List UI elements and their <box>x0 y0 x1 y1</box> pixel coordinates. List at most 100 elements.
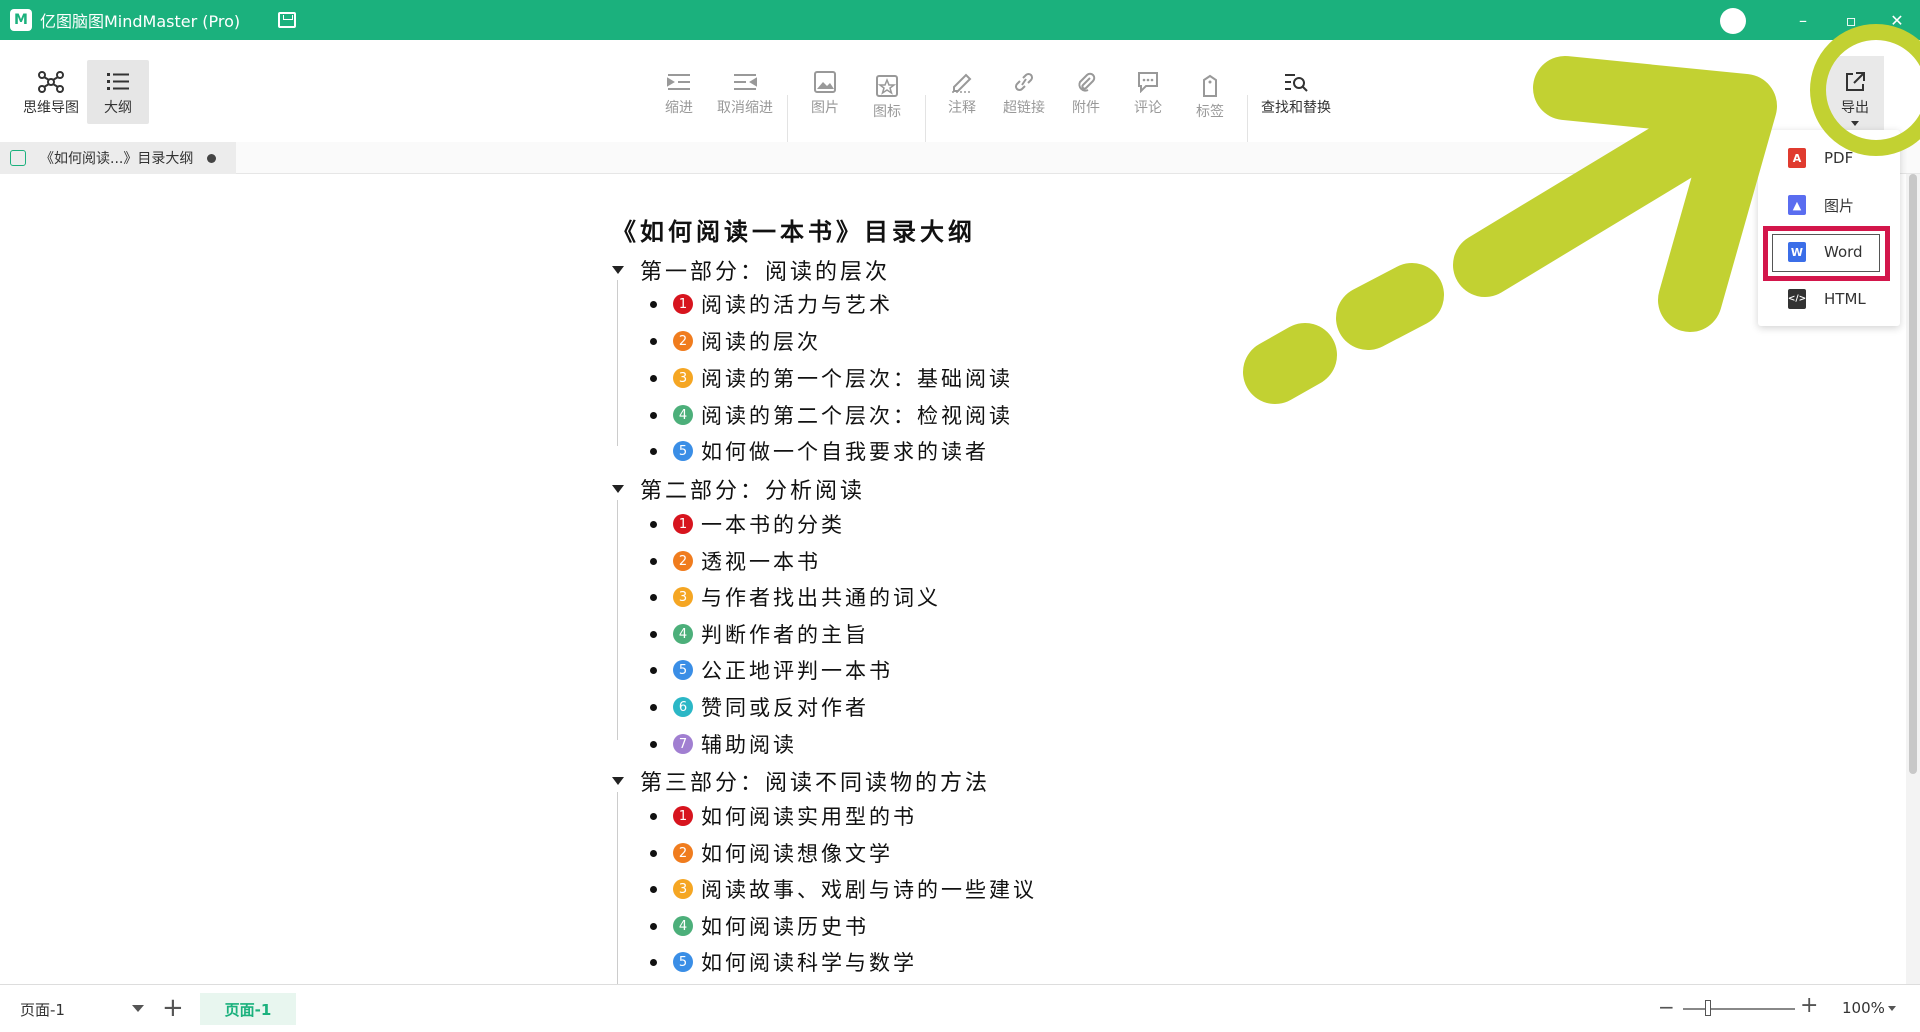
export-icon <box>1843 67 1867 97</box>
list-item[interactable]: 4 判断作者的主旨 <box>650 619 869 649</box>
zoom-out-button[interactable]: − <box>1658 995 1675 1019</box>
list-item-label: 阅读的层次 <box>701 330 821 354</box>
list-item[interactable]: 4 阅读的第二个层次：检视阅读 <box>650 400 1013 430</box>
mindmap-view-button[interactable]: 思维导图 <box>16 60 86 124</box>
list-item[interactable]: 7 辅助阅读 <box>650 729 797 759</box>
save-icon[interactable] <box>278 12 297 28</box>
section-label: 第二部分：分析阅读 <box>640 479 866 504</box>
insert-icon-button[interactable]: 图标 <box>862 60 912 132</box>
export-image-item[interactable]: ▲ 图片 <box>1758 185 1900 225</box>
number-4-icon: 4 <box>673 624 693 644</box>
list-item[interactable]: 2 如何阅读想像文学 <box>650 838 893 868</box>
unindent-icon <box>732 67 758 97</box>
collapse-caret-icon[interactable] <box>612 777 624 785</box>
word-highlight-box <box>1763 226 1890 281</box>
chevron-down-icon <box>1851 120 1859 126</box>
unindent-button[interactable]: 取消缩进 <box>712 60 778 124</box>
find-replace-label: 查找和替换 <box>1261 100 1331 116</box>
hyperlink-label: 超链接 <box>1003 100 1045 116</box>
number-2-icon: 2 <box>673 843 693 863</box>
icon-label: 图标 <box>873 104 901 120</box>
zoom-in-button[interactable]: + <box>1800 993 1818 1018</box>
bullet <box>650 300 657 308</box>
hyperlink-button[interactable]: 超链接 <box>996 60 1052 124</box>
icon-star-icon <box>876 71 898 101</box>
number-7-icon: 7 <box>673 734 693 754</box>
list-item[interactable]: 5 如何阅读科学与数学 <box>650 947 917 977</box>
outline-title[interactable]: 《如何阅读一本书》目录大纲 <box>612 212 976 247</box>
page-select[interactable]: 页面-1 <box>20 999 65 1020</box>
indent-button[interactable]: 缩进 <box>654 60 704 124</box>
number-1-icon: 1 <box>673 294 693 314</box>
note-button[interactable]: 注释 <box>937 60 987 124</box>
bullet <box>650 849 657 857</box>
bullet <box>650 374 657 382</box>
number-1-icon: 1 <box>673 806 693 826</box>
list-item-label: 如何阅读想像文学 <box>701 842 893 866</box>
status-bar: 页面-1 + 页面-1 − + 100% <box>0 984 1920 1032</box>
comment-icon <box>1137 67 1159 97</box>
list-item-label: 辅助阅读 <box>701 733 797 757</box>
list-item[interactable]: 1 阅读的活力与艺术 <box>650 289 893 319</box>
outline-section[interactable]: 第一部分：阅读的层次 <box>612 254 890 286</box>
bullet <box>650 958 657 966</box>
number-5-icon: 5 <box>673 952 693 972</box>
unsaved-dot-icon[interactable] <box>207 153 217 163</box>
avatar[interactable] <box>1720 8 1746 34</box>
collapse-caret-icon[interactable] <box>612 485 624 493</box>
zoom-slider-track[interactable] <box>1683 1008 1795 1010</box>
image-icon: ▲ <box>1788 195 1806 215</box>
comment-button[interactable]: 评论 <box>1123 60 1173 124</box>
pencil-icon <box>950 67 974 97</box>
outline-section[interactable]: 第三部分：阅读不同读物的方法 <box>612 765 990 797</box>
unindent-label: 取消缩进 <box>717 100 773 116</box>
outline-section[interactable]: 第二部分：分析阅读 <box>612 473 865 505</box>
close-button[interactable]: ✕ <box>1874 0 1920 40</box>
bullet <box>650 812 657 820</box>
list-item[interactable]: 3 与作者找出共通的词义 <box>650 582 941 612</box>
export-pdf-item[interactable]: A PDF <box>1758 138 1900 178</box>
bullet <box>650 337 657 345</box>
list-item[interactable]: 3 阅读故事、戏剧与诗的一些建议 <box>650 874 1037 904</box>
attachment-button[interactable]: 附件 <box>1061 60 1111 124</box>
bullet <box>650 740 657 748</box>
zoom-slider-thumb[interactable] <box>1705 1000 1711 1016</box>
list-item[interactable]: 4 如何阅读历史书 <box>650 911 869 941</box>
add-page-button[interactable]: + <box>162 993 184 1023</box>
zoom-level[interactable]: 100% <box>1842 999 1885 1017</box>
mindmap-file-icon <box>10 150 26 166</box>
list-item[interactable]: 1 如何阅读实用型的书 <box>650 801 917 831</box>
chevron-down-icon[interactable] <box>132 1005 144 1012</box>
list-item[interactable]: 5 公正地评判一本书 <box>650 655 893 685</box>
number-5-icon: 5 <box>673 660 693 680</box>
tag-button[interactable]: 标签 <box>1185 60 1235 132</box>
list-item[interactable]: 2 透视一本书 <box>650 546 821 576</box>
bullet <box>650 447 657 455</box>
list-item[interactable]: 6 赞同或反对作者 <box>650 692 869 722</box>
chevron-down-icon[interactable] <box>1888 1006 1896 1011</box>
section-label: 第一部分：阅读的层次 <box>640 260 891 285</box>
list-item-label: 如何做一个自我要求的读者 <box>701 440 989 464</box>
list-item[interactable]: 1 一本书的分类 <box>650 509 845 539</box>
collapse-caret-icon[interactable] <box>612 266 624 274</box>
number-4-icon: 4 <box>673 405 693 425</box>
list-item[interactable]: 3 阅读的第一个层次：基础阅读 <box>650 363 1013 393</box>
app-logo-icon: M <box>10 9 32 31</box>
restore-button[interactable]: ▫ <box>1828 0 1874 40</box>
page-tab[interactable]: 页面-1 <box>200 993 296 1025</box>
document-tab[interactable]: 《如何阅读...》目录大纲 <box>0 142 236 174</box>
bullet <box>650 922 657 930</box>
outline-view-button[interactable]: 大纲 <box>87 60 149 124</box>
image-label: 图片 <box>811 100 839 116</box>
export-html-item[interactable]: </> HTML <box>1758 279 1900 319</box>
minimize-button[interactable]: – <box>1780 0 1826 40</box>
list-item-label: 公正地评判一本书 <box>701 659 893 683</box>
export-button[interactable]: 导出 <box>1826 56 1884 136</box>
vertical-scrollbar[interactable] <box>1906 174 1920 984</box>
export-item-label: HTML <box>1824 290 1866 308</box>
insert-image-button[interactable]: 图片 <box>800 60 850 124</box>
scrollbar-thumb[interactable] <box>1909 174 1917 774</box>
find-replace-button[interactable]: 查找和替换 <box>1256 60 1336 124</box>
list-item[interactable]: 5 如何做一个自我要求的读者 <box>650 436 989 466</box>
list-item[interactable]: 2 阅读的层次 <box>650 326 821 356</box>
